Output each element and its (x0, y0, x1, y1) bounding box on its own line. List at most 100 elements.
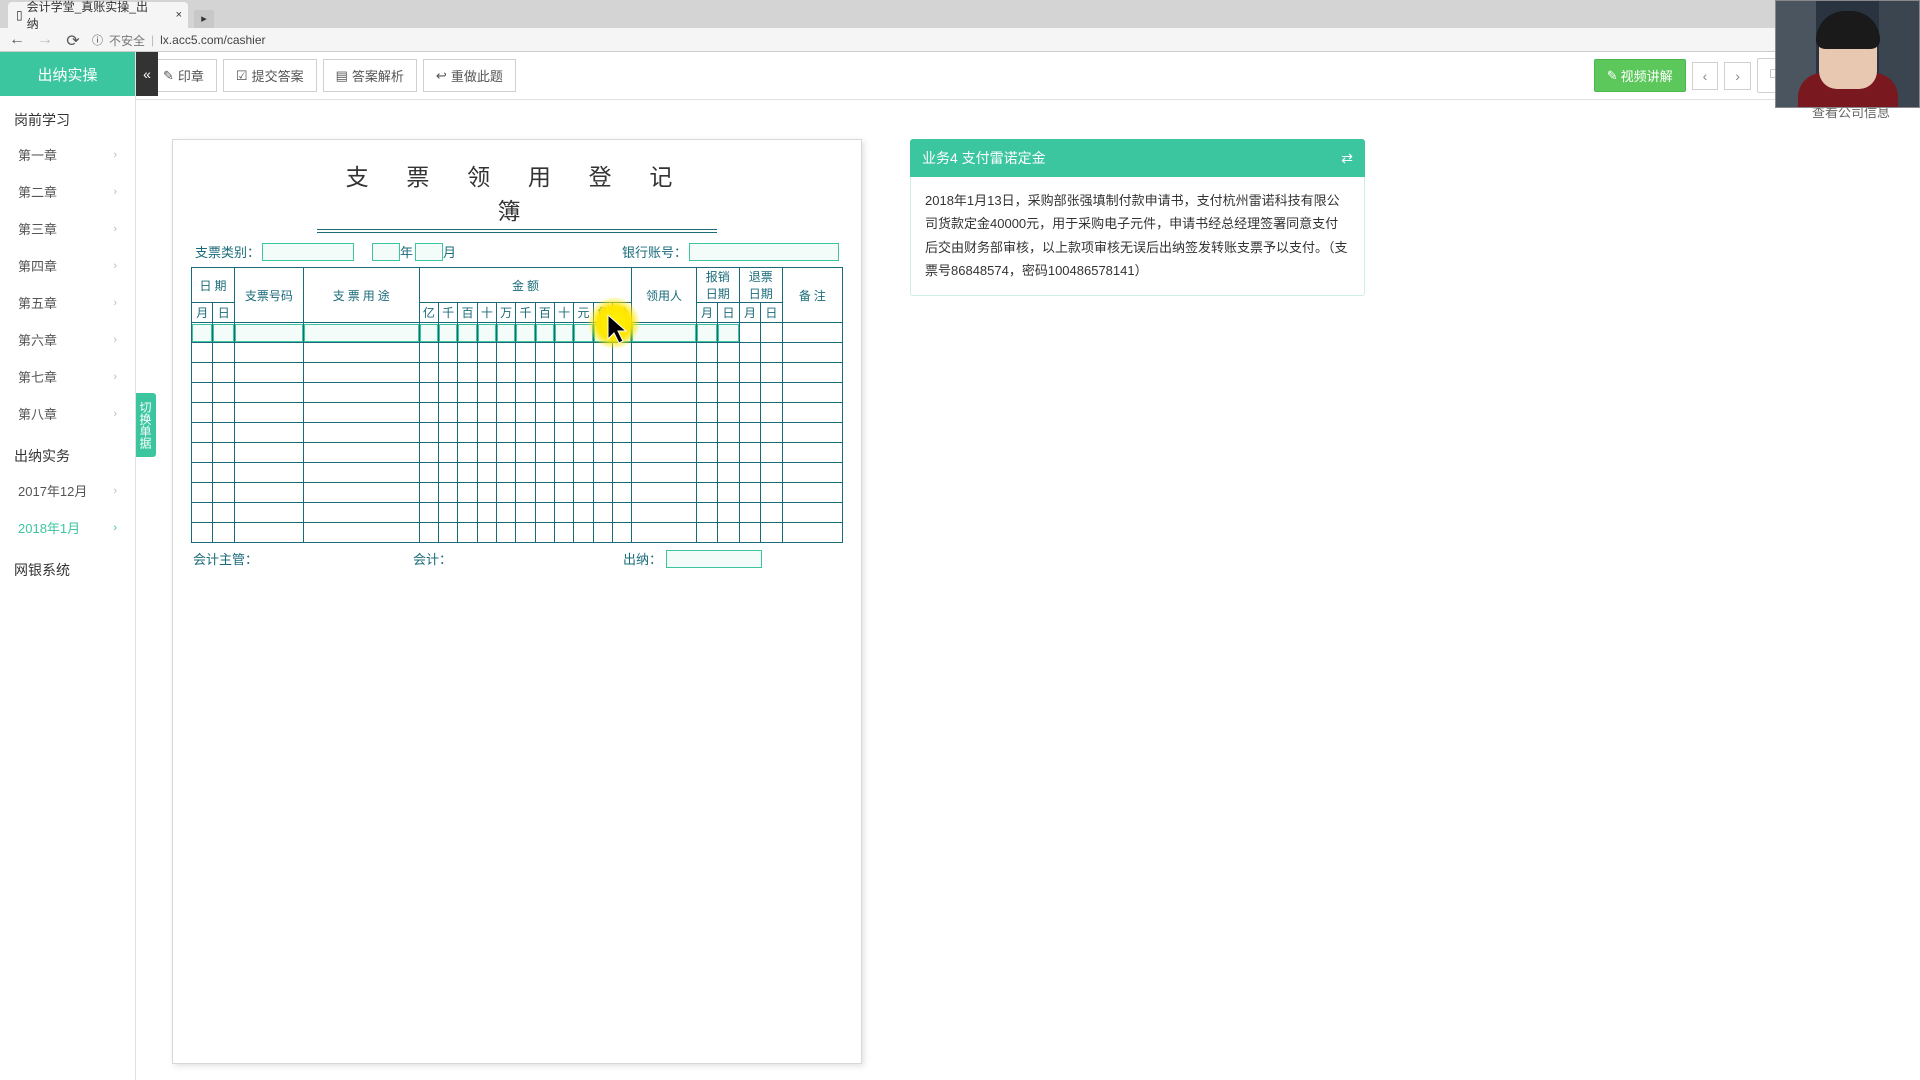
table-row (192, 403, 843, 423)
table-row (192, 483, 843, 503)
address-bar[interactable]: ⓘ 不安全 | lx.acc5.com/cashier (92, 32, 1912, 49)
browser-chrome: ▯ 会计学堂_真账实操_出纳 × ▸ ← → ⟳ ⓘ 不安全 | lx.acc5… (0, 0, 1920, 52)
chevron-right-icon: › (113, 297, 117, 309)
pencil-icon: ✎ (1607, 68, 1618, 84)
table-row (192, 383, 843, 403)
table-row (192, 423, 843, 443)
cell-input[interactable] (213, 324, 234, 342)
doc-icon: ▤ (336, 68, 348, 84)
edit-icon: ✎ (163, 68, 174, 84)
chevron-right-icon: › (113, 149, 117, 161)
chevron-right-icon: › (113, 522, 117, 534)
video-thumbnail[interactable] (1775, 0, 1920, 108)
stamp-button[interactable]: ✎印章 (150, 59, 217, 92)
cell-input[interactable] (478, 324, 496, 342)
chevron-right-icon: › (113, 371, 117, 383)
cashier-label: 出纳： (623, 549, 662, 568)
cell-input[interactable] (718, 324, 739, 342)
supervisor-label: 会计主管： (193, 549, 258, 568)
cell-input[interactable] (516, 324, 534, 342)
forward-button[interactable]: → (36, 31, 54, 49)
chevron-right-icon: › (113, 223, 117, 235)
sidebar-item[interactable]: 第七章› (0, 358, 135, 395)
table-row (192, 503, 843, 523)
table-row (192, 343, 843, 363)
table-row (192, 363, 843, 383)
cell-input[interactable] (304, 324, 419, 342)
check-register-document: 支 票 领 用 登 记 簿 支票类别： 年 月 银行账号： (172, 139, 862, 1064)
prev-button[interactable]: ‹ (1692, 62, 1719, 90)
nav-section-practice: 出纳实务 (0, 432, 135, 472)
collapse-sidebar-button[interactable]: « (136, 52, 158, 96)
month-label: 月 (443, 242, 456, 261)
cell-input[interactable] (439, 324, 457, 342)
cell-input[interactable] (536, 324, 554, 342)
year-input[interactable] (372, 243, 400, 261)
reload-button[interactable]: ⟳ (64, 31, 82, 49)
sidebar-item[interactable]: 第二章› (0, 173, 135, 210)
submit-answer-button[interactable]: ☑提交答案 (223, 59, 317, 92)
tab-title: 会计学堂_真账实操_出纳 (27, 0, 158, 32)
sidebar-item[interactable]: 第八章› (0, 395, 135, 432)
cell-input[interactable] (235, 324, 303, 342)
page-icon: ▯ (16, 8, 23, 22)
sidebar-item[interactable]: 第六章› (0, 321, 135, 358)
close-icon[interactable]: × (176, 9, 182, 21)
accountant-label: 会计： (413, 549, 452, 568)
chevron-right-icon: › (113, 186, 117, 198)
new-tab-button[interactable]: ▸ (194, 10, 214, 28)
submit-icon: ☑ (236, 68, 248, 84)
chevron-right-icon: › (113, 260, 117, 272)
sidebar-item[interactable]: 第五章› (0, 284, 135, 321)
cell-input[interactable] (555, 324, 573, 342)
year-label: 年 (400, 242, 413, 261)
sidebar-item[interactable]: 第三章› (0, 210, 135, 247)
col-month: 月 (192, 303, 213, 323)
nav-section-ebank[interactable]: 网银系统 (0, 546, 135, 586)
sidebar-item[interactable]: 2017年12月› (0, 472, 135, 509)
month-input[interactable] (415, 243, 443, 261)
swap-icon[interactable]: ⇄ (1341, 150, 1353, 167)
sidebar: 出纳实操 岗前学习 第一章›第二章›第三章›第四章›第五章›第六章›第七章›第八… (0, 52, 136, 1080)
chevron-right-icon: › (113, 485, 117, 497)
answer-analysis-button[interactable]: ▤答案解析 (323, 59, 417, 92)
sidebar-item[interactable]: 第四章› (0, 247, 135, 284)
cell-input[interactable] (458, 324, 476, 342)
switch-document-tab[interactable]: 切换单据 (136, 393, 156, 457)
redo-button[interactable]: ↩重做此题 (423, 59, 516, 92)
url-text: lx.acc5.com/cashier (160, 33, 265, 47)
check-type-input[interactable] (262, 243, 354, 261)
back-button[interactable]: ← (8, 31, 26, 49)
table-row (192, 323, 843, 343)
toolbar: ✎印章 ☑提交答案 ▤答案解析 ↩重做此题 ✎视频讲解 ‹ › 🗀业务4 支付雷… (136, 52, 1920, 100)
info-icon: ⓘ (92, 32, 103, 48)
cell-input[interactable] (420, 324, 438, 342)
video-explain-button[interactable]: ✎视频讲解 (1594, 59, 1686, 92)
cell-input[interactable] (497, 324, 515, 342)
chevron-right-icon: › (113, 334, 117, 346)
cell-input[interactable] (632, 324, 695, 342)
cell-input[interactable] (613, 324, 631, 342)
undo-icon: ↩ (436, 68, 447, 84)
table-row (192, 463, 843, 483)
col-receiver: 领用人 (632, 268, 696, 323)
bank-account-input[interactable] (689, 243, 839, 261)
cell-input[interactable] (574, 324, 592, 342)
document-title: 支 票 领 用 登 记 簿 (317, 158, 717, 230)
cell-input[interactable] (594, 324, 612, 342)
cell-input[interactable] (697, 324, 717, 342)
table-row (192, 523, 843, 543)
browser-tab[interactable]: ▯ 会计学堂_真账实操_出纳 × (8, 2, 188, 28)
cashier-input[interactable] (666, 550, 762, 568)
table-row (192, 443, 843, 463)
col-date: 日 期 (192, 268, 235, 303)
check-register-table: 日 期 支票号码 支 票 用 途 金 额 领用人 报销 日期 退票 日期 备 注… (191, 267, 843, 543)
next-button[interactable]: › (1724, 62, 1751, 90)
chevron-right-icon: › (113, 408, 117, 420)
cell-input[interactable] (192, 324, 212, 342)
task-title: 业务4 支付雷诺定金 (922, 148, 1046, 168)
sidebar-item[interactable]: 第一章› (0, 136, 135, 173)
check-type-label: 支票类别： (195, 242, 260, 261)
sidebar-item[interactable]: 2018年1月› (0, 509, 135, 546)
chevron-left-icon: « (143, 66, 151, 82)
